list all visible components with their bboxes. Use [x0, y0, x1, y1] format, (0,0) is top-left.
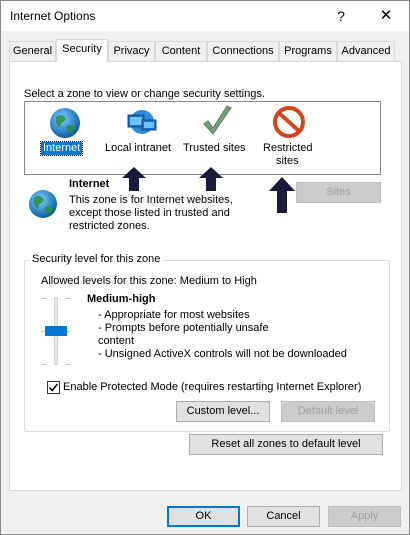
ok-button[interactable]: OK — [167, 506, 240, 527]
tab-programs[interactable]: Programs — [279, 41, 337, 61]
protected-mode-label[interactable]: Enable Protected Mode (requires restarti… — [63, 381, 361, 393]
title-bar: Internet Options ? ✕ — [1, 1, 409, 31]
level-desc-line: - Unsigned ActiveX controls will not be … — [98, 348, 347, 360]
intranet-icon — [127, 110, 157, 134]
zone-restricted-label-line2[interactable]: sites — [276, 155, 299, 168]
arrow-up-icon — [122, 167, 146, 191]
arrow-up-icon — [269, 177, 295, 213]
help-button[interactable]: ? — [326, 5, 356, 27]
tab-general[interactable]: General — [9, 41, 56, 61]
close-button[interactable]: ✕ — [371, 5, 401, 27]
default-level-button[interactable]: Default level — [281, 401, 375, 422]
tab-advanced[interactable]: Advanced — [337, 41, 395, 61]
protected-mode-checkbox[interactable] — [47, 381, 60, 394]
zone-prompt: Select a zone to view or change security… — [24, 88, 265, 100]
tab-privacy[interactable]: Privacy — [108, 41, 155, 61]
zone-info-desc-line2: except those listed in trusted and — [69, 207, 230, 219]
tab-security[interactable]: Security — [56, 39, 108, 62]
checkmark-icon — [203, 105, 232, 135]
restricted-icon — [273, 106, 305, 138]
checkmark-icon — [48, 383, 59, 392]
zone-list: Internet Local intranet Trusted sites Re… — [24, 101, 381, 175]
sites-button[interactable]: Sites — [296, 182, 381, 203]
zone-restricted-sites[interactable] — [271, 105, 307, 139]
zone-internet[interactable] — [45, 106, 85, 140]
custom-level-button[interactable]: Custom level... — [176, 401, 270, 422]
security-level-group-title: Security level for this zone — [29, 253, 164, 265]
slider-tick — [41, 298, 46, 299]
slider-thumb[interactable] — [45, 326, 67, 336]
globe-icon — [29, 190, 57, 218]
zone-info-desc-line1: This zone is for Internet websites, — [69, 194, 233, 206]
tab-content[interactable]: Content — [155, 41, 207, 61]
zone-restricted-label-line1[interactable]: Restricted — [263, 142, 313, 155]
level-name: Medium-high — [87, 293, 156, 305]
reset-all-zones-button[interactable]: Reset all zones to default level — [189, 434, 383, 455]
globe-icon — [50, 108, 80, 138]
internet-options-dialog: Internet Options ? ✕ General Security Pr… — [0, 0, 410, 535]
level-desc-line: - Appropriate for most websites — [98, 309, 250, 321]
slider-tick — [65, 364, 70, 365]
zone-local-intranet-label[interactable]: Local intranet — [105, 142, 171, 155]
tab-connections[interactable]: Connections — [207, 41, 279, 61]
slider-tick — [65, 298, 70, 299]
cancel-button[interactable]: Cancel — [247, 506, 320, 527]
zone-local-intranet[interactable] — [120, 106, 164, 140]
apply-button[interactable]: Apply — [328, 506, 401, 527]
zone-info-desc-line3: restricted zones. — [69, 220, 150, 232]
slider-tick — [41, 364, 46, 365]
arrow-up-icon — [199, 167, 223, 191]
window-title: Internet Options — [10, 9, 96, 23]
zone-trusted-sites[interactable] — [197, 104, 237, 140]
allowed-levels-label: Allowed levels for this zone: Medium to … — [41, 275, 257, 287]
level-desc-line: content — [98, 335, 135, 347]
zone-internet-label[interactable]: Internet — [39, 141, 84, 156]
tab-strip: General Security Privacy Content Connect… — [9, 39, 403, 62]
zone-trusted-sites-label[interactable]: Trusted sites — [183, 142, 246, 155]
level-desc-line: - Prompts before potentially unsafe — [98, 322, 269, 334]
zone-info-title: Internet — [69, 178, 110, 190]
